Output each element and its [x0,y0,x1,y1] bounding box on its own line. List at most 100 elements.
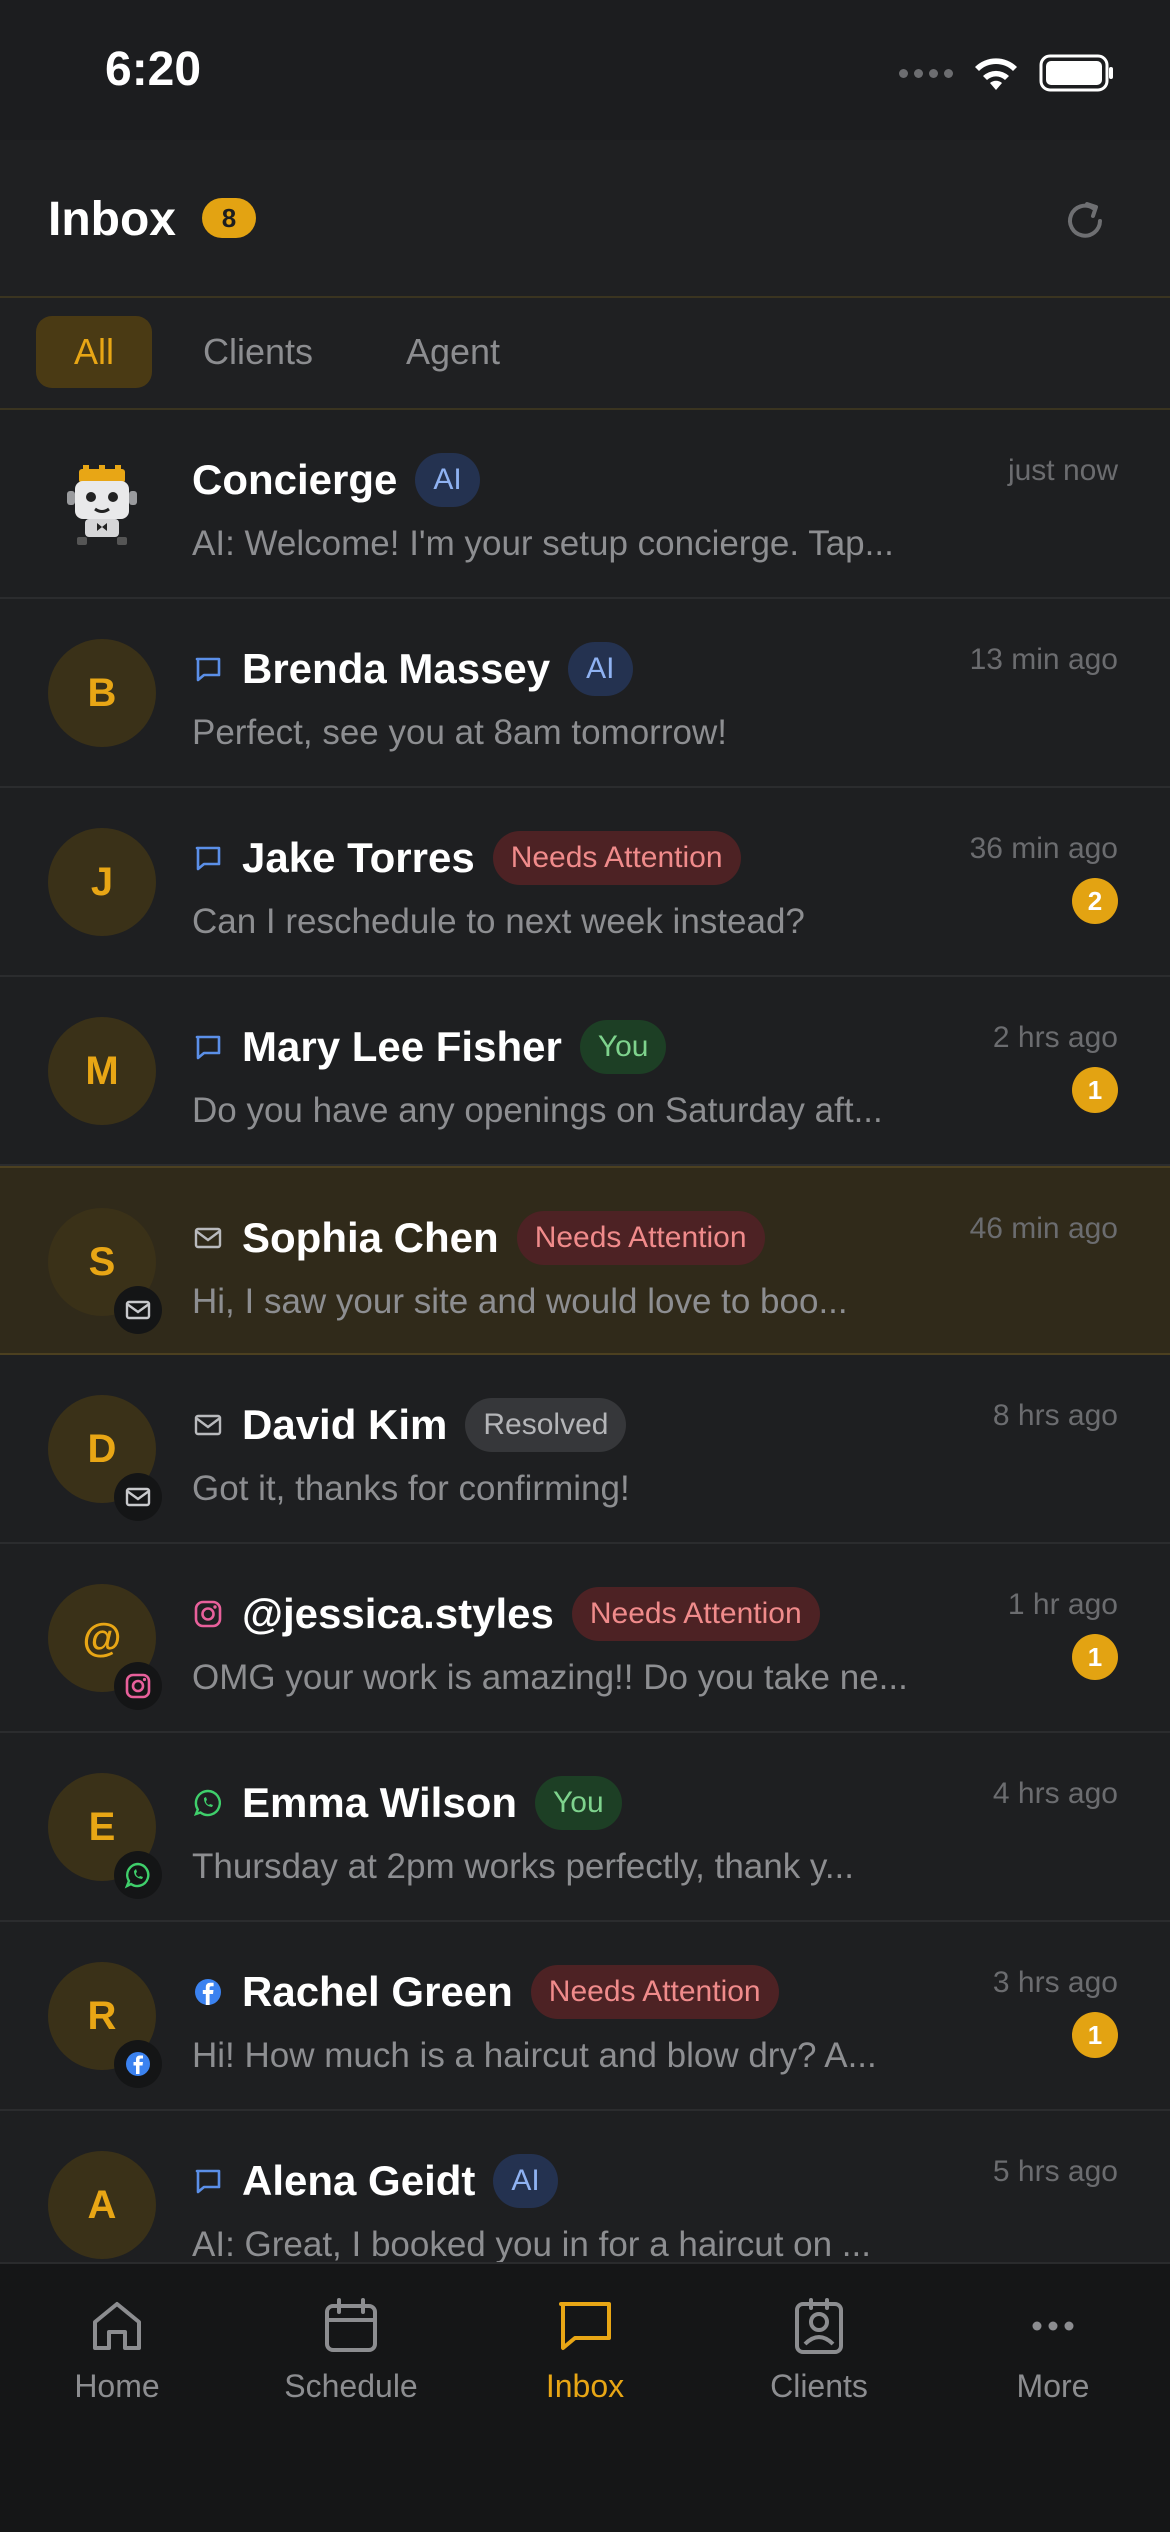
contact-name: Mary Lee Fisher [242,1023,562,1070]
refresh-icon[interactable] [1060,196,1110,246]
whatsapp-channel-icon [114,1851,162,1899]
unread-count: 2 [1072,878,1118,924]
bottom-nav: Home Schedule Inbox Clients More [0,2262,1170,2532]
message-icon [559,2302,611,2350]
tab-agent[interactable]: Agent [380,316,526,388]
needs-attention-badge: Needs Attention [530,1965,779,2019]
contact-name: David Kim [242,1401,448,1448]
message-preview: Got it, thanks for confirming! [192,1469,630,1508]
signal-icon [899,68,953,78]
instagram-channel-icon [114,1662,162,1710]
message-preview: AI: Welcome! I'm your setup concierge. T… [192,524,894,563]
facebook-icon [195,1979,221,2005]
unread-count-badge: 8 [202,198,256,238]
facebook-channel-icon [114,2040,162,2088]
status-time: 6:20 [105,43,202,96]
conversation-row-concierge[interactable]: Concierge AI AI: Welcome! I'm your setup… [0,410,1170,599]
conversation-row-jake-torres[interactable]: J Jake Torres Needs Attention Can I resc… [0,788,1170,977]
instagram-icon [194,1600,222,1628]
message-preview: Can I reschedule to next week instead? [192,902,805,941]
nav-more[interactable]: More [936,2294,1170,2414]
contact-name: Sophia Chen [242,1214,499,1261]
timestamp: 5 hrs ago [992,2155,1118,2188]
page-title: Inbox [48,193,176,246]
conversation-row-sophia-chen[interactable]: S Sophia Chen Needs Attention Hi, I saw … [0,1166,1170,1355]
resolved-badge: Resolved [465,1398,627,1452]
conversation-row-david-kim[interactable]: D David Kim Resolved Got it, thanks for … [0,1355,1170,1544]
email-icon [194,1414,222,1436]
ai-badge: AI [415,453,480,507]
message-preview: Do you have any openings on Saturday aft… [192,1091,883,1130]
avatar: J [48,828,156,936]
nav-label: Home [74,2368,160,2404]
ai-badge: AI [493,2154,558,2208]
nav-clients[interactable]: Clients [702,2294,936,2414]
conversation-list: Concierge AI AI: Welcome! I'm your setup… [0,410,1170,2262]
status-icons [899,48,1115,98]
avatar: A [48,2151,156,2259]
unread-count: 1 [1072,1067,1118,1113]
timestamp: just now [1007,454,1118,487]
message-preview: Thursday at 2pm works perfectly, thank y… [192,1847,855,1886]
wifi-icon [975,58,1017,90]
email-channel-icon [114,1286,162,1334]
needs-attention-badge: Needs Attention [516,1211,765,1265]
conversation-row-rachel-green[interactable]: R Rachel Green Needs Attention Hi! How m… [0,1922,1170,2111]
message-preview: AI: Great, I booked you in for a haircut… [192,2225,871,2262]
timestamp: 4 hrs ago [992,1777,1118,1810]
home-icon [93,2302,141,2350]
you-badge: You [579,1020,667,1074]
avatar: B [48,639,156,747]
unread-count: 1 [1072,2012,1118,2058]
needs-attention-badge: Needs Attention [492,831,741,885]
message-preview: Hi! How much is a haircut and blow dry? … [192,2036,877,2075]
contact-name: Concierge [192,456,398,503]
tab-clients[interactable]: Clients [180,316,336,388]
conversation-row-emma-wilson[interactable]: E Emma Wilson You Thursday at 2pm works … [0,1733,1170,1922]
avatar: M [48,1017,156,1125]
nav-label: Clients [770,2368,868,2404]
whatsapp-icon [193,1789,221,1817]
concierge-bot-avatar [48,450,156,558]
nav-home[interactable]: Home [0,2294,234,2414]
contacts-icon [795,2298,843,2354]
ai-badge: AI [568,642,633,696]
conversation-row-brenda-massey[interactable]: B Brenda Massey AI Perfect, see you at 8… [0,599,1170,788]
contact-name: Rachel Green [242,1968,513,2015]
chat-icon [195,846,221,871]
more-icon [1032,2321,1074,2331]
conversation-row-alena-geidt[interactable]: A Alena Geidt AI AI: Great, I booked you… [0,2111,1170,2262]
nav-label: Inbox [545,2368,625,2404]
conversation-row-mary-lee-fisher[interactable]: M Mary Lee Fisher You Do you have any op… [0,977,1170,1166]
you-badge: You [535,1776,622,1830]
timestamp: 46 min ago [969,1212,1118,1245]
filter-tabs: All Clients Agent [0,298,1170,410]
nav-label: Schedule [284,2368,418,2404]
inbox-header: Inbox 8 [0,140,1170,298]
message-preview: Hi, I saw your site and would love to bo… [192,1282,848,1321]
email-channel-icon [114,1473,162,1521]
nav-inbox[interactable]: Inbox [468,2294,702,2414]
tab-all[interactable]: All [36,316,152,388]
chat-icon [195,1035,221,1060]
unread-count: 1 [1072,1634,1118,1680]
contact-name: @jessica.styles [242,1590,554,1637]
chat-icon [195,657,221,682]
timestamp: 13 min ago [969,643,1118,676]
nav-schedule[interactable]: Schedule [234,2294,468,2414]
timestamp: 36 min ago [969,832,1118,865]
calendar-icon [325,2298,377,2352]
message-preview: OMG your work is amazing!! Do you take n… [192,1658,908,1697]
contact-name: Brenda Massey [242,645,551,692]
timestamp: 1 hr ago [1007,1588,1118,1621]
battery-icon [1039,54,1113,92]
contact-name: Emma Wilson [242,1779,518,1826]
status-bar: 6:20 [0,0,1170,140]
timestamp: 8 hrs ago [992,1399,1118,1432]
message-preview: Perfect, see you at 8am tomorrow! [192,713,727,752]
conversation-row-jessica-styles[interactable]: @ @jessica.styles Needs Attention OMG yo… [0,1544,1170,1733]
timestamp: 3 hrs ago [992,1966,1118,1999]
chat-icon [195,2169,221,2194]
email-icon [194,1227,222,1249]
timestamp: 2 hrs ago [992,1021,1118,1054]
